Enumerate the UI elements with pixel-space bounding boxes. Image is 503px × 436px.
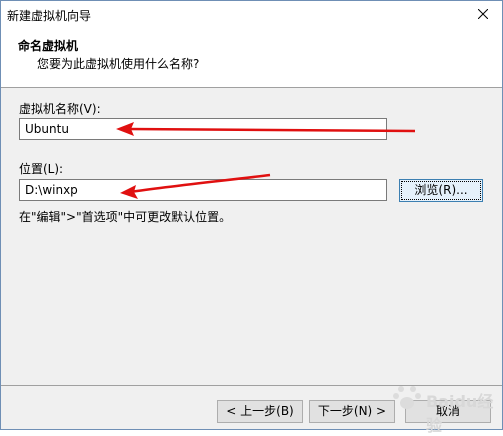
paw-logo-icon bbox=[393, 386, 421, 409]
wizard-header: 命名虚拟机 您要为此虚拟机使用什么名称? bbox=[1, 29, 502, 87]
wizard-body: 虚拟机名称(V): Ubuntu 位置(L): D:\winxp 浏览(R)..… bbox=[1, 88, 502, 385]
close-button[interactable] bbox=[466, 1, 500, 27]
vm-name-input[interactable]: Ubuntu bbox=[19, 118, 387, 140]
close-icon bbox=[478, 9, 488, 19]
vm-name-label: 虚拟机名称(V): bbox=[19, 102, 101, 116]
page-subtitle: 您要为此虚拟机使用什么名称? bbox=[37, 57, 200, 71]
location-label: 位置(L): bbox=[19, 162, 64, 176]
baidu-watermark: Baidu经验 bbox=[392, 380, 498, 435]
wizard-window: 新建虚拟机向导 命名虚拟机 您要为此虚拟机使用什么名称? 虚拟机名称(V): U… bbox=[0, 0, 503, 430]
page-title: 命名虚拟机 bbox=[18, 39, 79, 53]
location-input[interactable]: D:\winxp bbox=[19, 179, 387, 201]
back-button[interactable]: < 上一步(B) bbox=[217, 400, 303, 423]
window-title: 新建虚拟机向导 bbox=[7, 9, 92, 23]
browse-button[interactable]: 浏览(R)... bbox=[399, 179, 483, 202]
watermark-text: Baidu经验 bbox=[426, 392, 494, 435]
next-button[interactable]: 下一步(N) > bbox=[309, 400, 395, 423]
location-hint: 在"编辑">"首选项"中可更改默认位置。 bbox=[19, 210, 232, 224]
title-bar: 新建虚拟机向导 bbox=[1, 1, 502, 29]
